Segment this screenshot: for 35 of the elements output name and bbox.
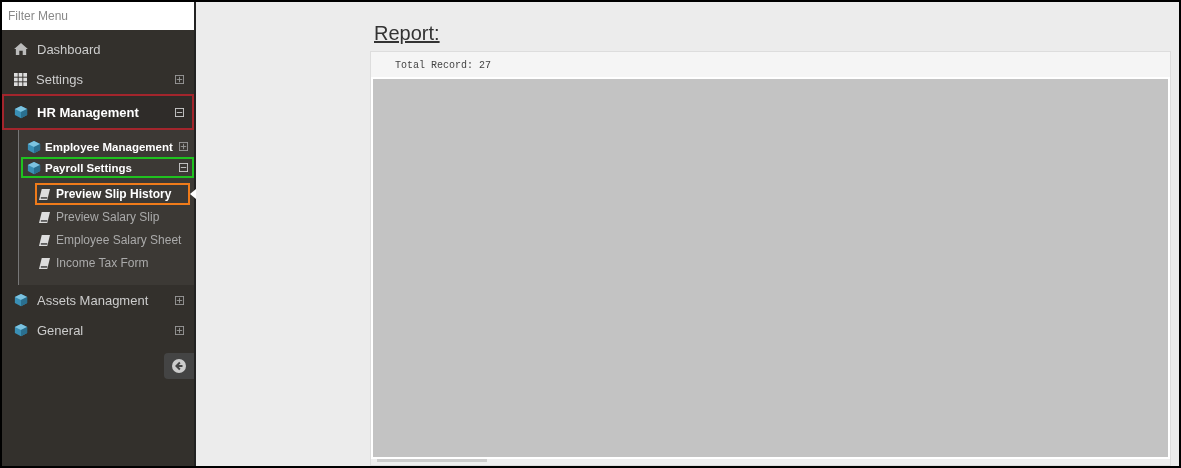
menu-item[interactable]: Settings [2,64,194,94]
scrollbar[interactable] [371,459,1170,465]
total-record: Total Record: 27 [394,59,492,73]
pointer-icon [190,189,196,199]
expand-icon[interactable] [175,295,184,305]
home-icon [14,43,28,55]
menu-item[interactable]: General [2,315,194,345]
expand-icon[interactable] [179,142,188,151]
book-icon [39,257,50,269]
menu-item[interactable]: HR Management [2,94,194,130]
menu-item[interactable]: Employee Management [21,136,194,157]
collapse-icon[interactable] [175,107,184,117]
book-icon [39,188,50,200]
cube-icon [14,293,28,307]
expand-icon[interactable] [175,325,184,335]
menu-item[interactable]: Income Tax Form [35,252,190,274]
filter-field[interactable]: Filter Menu [2,2,194,30]
report-title: Report: [374,22,441,45]
back-arrow-icon [172,359,186,373]
menu-item[interactable]: Employee Salary Sheet [35,229,190,251]
collapse-icon[interactable] [179,163,188,172]
grid-icon [14,72,27,86]
cube-icon [14,323,28,337]
book-icon [39,234,50,246]
menu-item[interactable]: Preview Slip History [35,183,190,205]
book-icon [39,211,50,223]
cube-icon [14,105,28,119]
expand-icon[interactable] [175,74,184,84]
menu-item[interactable]: Preview Salary Slip [35,206,190,228]
menu-item[interactable]: Dashboard [2,34,194,64]
menu-item[interactable]: Payroll Settings [21,157,194,178]
cube-icon [27,139,41,154]
menu-item[interactable]: Assets Managment [2,285,194,315]
cube-icon [27,160,41,175]
back-button[interactable] [164,353,194,379]
